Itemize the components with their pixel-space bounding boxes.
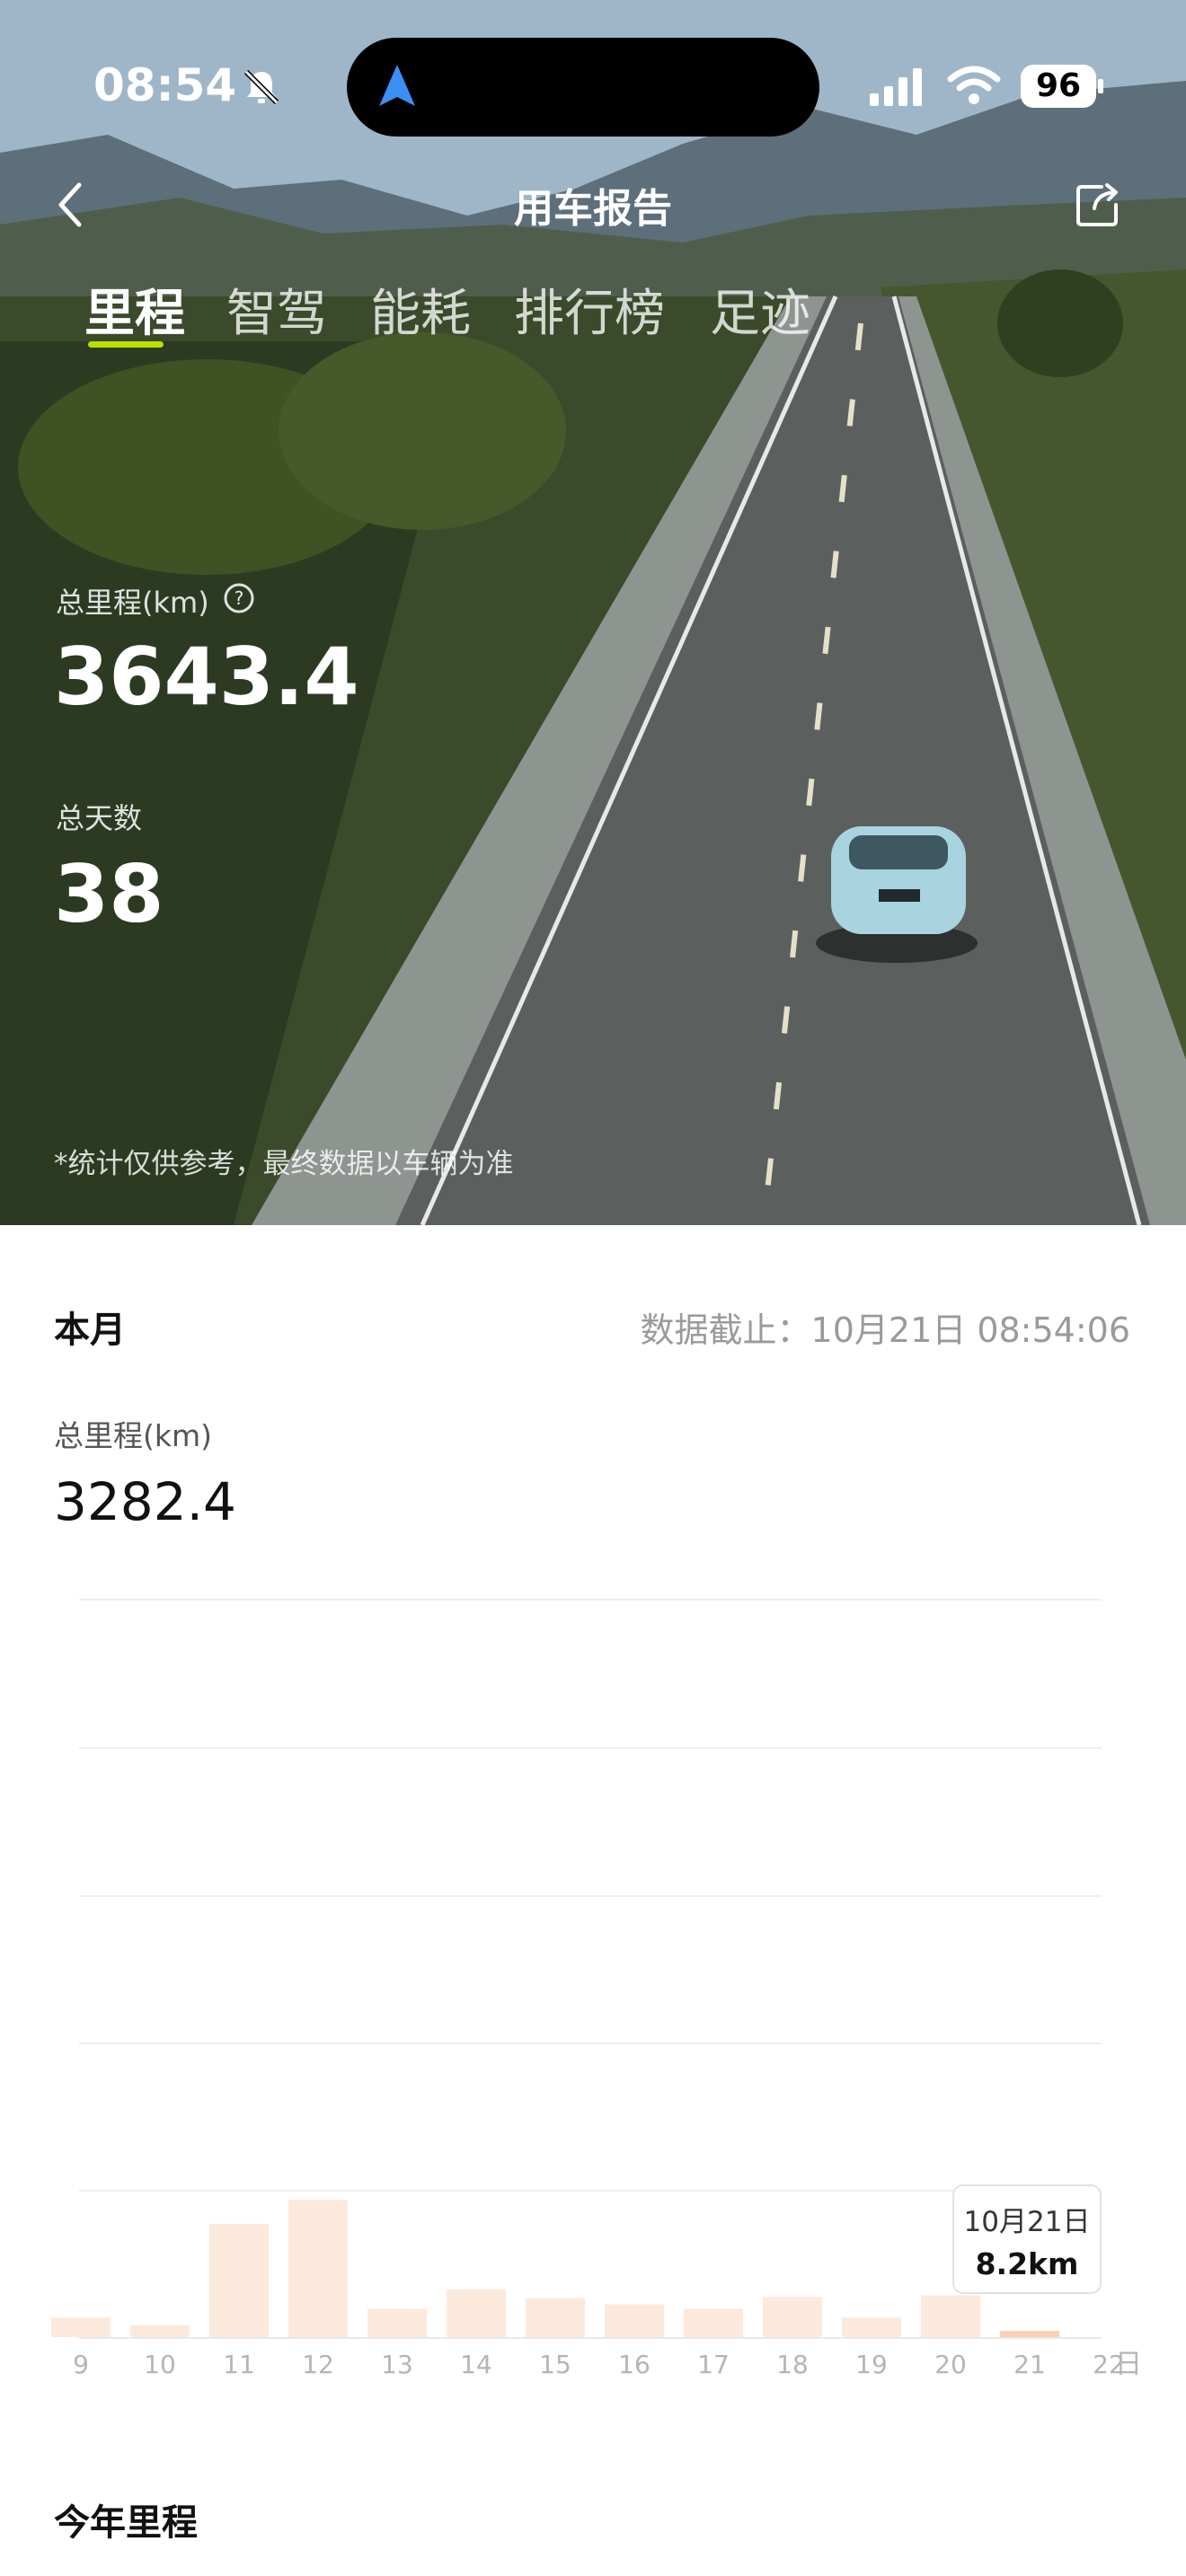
chart-bar[interactable] <box>130 2325 190 2337</box>
year-section-title: 今年里程 <box>54 2502 198 2544</box>
tab-mileage[interactable]: 里程 <box>84 273 185 346</box>
x-tick-label: 18 <box>776 2350 809 2379</box>
x-tick-label: 19 <box>855 2350 888 2379</box>
chart-bar[interactable] <box>842 2317 901 2337</box>
chart-tooltip: 10月21日 8.2km <box>952 2184 1102 2294</box>
svg-text:?: ? <box>235 587 244 609</box>
month-section-title: 本月 <box>54 1310 126 1351</box>
chart-bar[interactable] <box>763 2297 822 2337</box>
tooltip-date: 10月21日 <box>963 2206 1091 2238</box>
total-days-value: 38 <box>54 848 164 940</box>
tab-smart-driving[interactable]: 智驾 <box>226 273 327 346</box>
tab-leaderboard[interactable]: 排行榜 <box>514 273 665 346</box>
active-tab-indicator <box>88 341 164 348</box>
help-icon[interactable]: ? <box>223 582 255 614</box>
total-days-label: 总天数 <box>56 801 143 835</box>
chart-bar[interactable] <box>605 2304 664 2337</box>
battery-cap <box>1098 79 1103 93</box>
x-tick-label: 16 <box>618 2350 651 2379</box>
disclaimer-text: *统计仅供参考，最终数据以车辆为准 <box>54 1148 514 1180</box>
chart-gridline <box>79 2042 1102 2044</box>
tooltip-value: 8.2km <box>975 2246 1079 2281</box>
x-tick-label: 9 <box>73 2350 89 2379</box>
x-tick-label: 13 <box>381 2350 413 2379</box>
x-tick-label: 10 <box>144 2350 176 2379</box>
tab-footprint[interactable]: 足迹 <box>710 273 810 346</box>
page-title: 用车报告 <box>514 186 672 232</box>
month-mileage-label: 总里程(km) <box>54 1418 213 1453</box>
navigation-arrow-icon <box>379 65 415 106</box>
chart-bar[interactable] <box>684 2308 743 2337</box>
chart-bar[interactable] <box>1000 2331 1059 2337</box>
x-tick-label: 15 <box>539 2350 571 2379</box>
chart-bar[interactable] <box>209 2223 269 2337</box>
status-time: 08:54 <box>93 59 237 111</box>
x-tick-label: 14 <box>460 2350 492 2379</box>
tab-energy[interactable]: 能耗 <box>370 273 471 346</box>
bell-muted-icon <box>243 69 279 105</box>
x-tick-label: 11 <box>223 2350 255 2379</box>
battery-level: 96 <box>1035 67 1082 104</box>
chart-bar[interactable] <box>288 2200 348 2337</box>
dynamic-island <box>347 38 819 137</box>
chart-gridline <box>79 1895 1102 1897</box>
chart-bar[interactable] <box>921 2295 980 2337</box>
x-tick-label: 21 <box>1013 2350 1046 2379</box>
x-tick-label: 20 <box>934 2350 967 2379</box>
share-icon[interactable] <box>1075 181 1121 228</box>
chart-bar[interactable] <box>367 2308 427 2337</box>
battery-icon: 96 <box>1021 65 1096 108</box>
total-mileage-value: 3643.4 <box>54 631 359 723</box>
x-tick-label: 17 <box>697 2350 730 2379</box>
chart-bar[interactable] <box>51 2317 111 2337</box>
wifi-icon <box>947 66 1001 104</box>
x-tick-label: 12 <box>302 2350 334 2379</box>
month-mileage-value: 3282.4 <box>54 1471 236 1532</box>
cellular-signal-icon <box>870 68 922 106</box>
chart-gridline <box>79 1599 1102 1601</box>
chart-gridline <box>79 1747 1102 1749</box>
x-axis-unit: 日 <box>1115 2349 1142 2380</box>
chart-bar[interactable] <box>526 2298 585 2337</box>
chart-bar[interactable] <box>447 2289 506 2337</box>
data-timestamp: 数据截止：10月21日 08:54:06 <box>640 1310 1130 1350</box>
total-mileage-label: 总里程(km) <box>56 586 209 620</box>
